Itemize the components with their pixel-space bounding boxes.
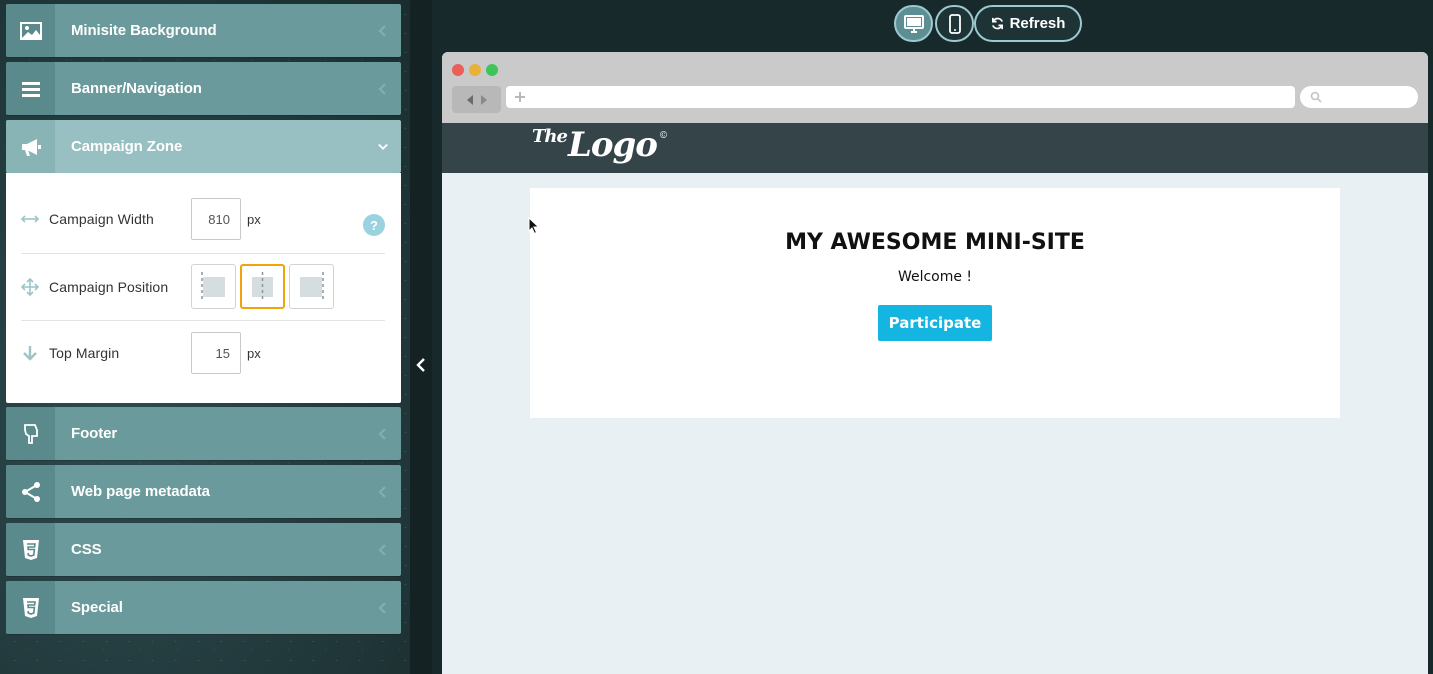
- browser-chrome: [442, 52, 1428, 123]
- campaign-width-unit: px: [247, 211, 261, 227]
- section-special[interactable]: Special: [6, 581, 401, 634]
- chevron-left-icon: [365, 601, 401, 614]
- chevron-left-icon: [416, 358, 425, 372]
- campaign-width-row: Campaign Width 810 px: [21, 198, 385, 240]
- section-web-page-metadata[interactable]: Web page metadata: [6, 465, 401, 518]
- refresh-label: Refresh: [1009, 15, 1066, 32]
- move-arrows-icon: [21, 277, 49, 296]
- campaign-width-input[interactable]: 810: [191, 198, 241, 240]
- campaign-position-row: Campaign Position: [21, 264, 385, 309]
- section-minisite-background[interactable]: Minisite Background: [6, 4, 401, 57]
- mobile-view-button[interactable]: [935, 5, 974, 42]
- image-icon: [6, 4, 55, 57]
- chevron-left-icon: [365, 82, 401, 95]
- top-margin-row: Top Margin 15 px: [21, 332, 385, 374]
- site-welcome: Welcome !: [897, 269, 973, 285]
- close-dot: [452, 64, 464, 76]
- desktop-view-button[interactable]: [894, 5, 933, 42]
- section-label: Special: [71, 599, 123, 616]
- css3-icon: [6, 523, 55, 576]
- browser-url-bar: [506, 86, 1295, 108]
- position-left-button[interactable]: [191, 264, 236, 309]
- refresh-icon: [991, 17, 1003, 30]
- maximize-dot: [486, 64, 498, 76]
- css3-icon: [6, 581, 55, 634]
- chevron-left-icon: [365, 485, 401, 498]
- browser-search-bar: [1300, 86, 1418, 108]
- top-margin-input[interactable]: 15: [191, 332, 241, 374]
- plus-icon: [515, 92, 525, 102]
- campaign-position-label: Campaign Position: [49, 278, 169, 295]
- section-label: Minisite Background: [71, 22, 217, 39]
- section-banner-navigation[interactable]: Banner/Navigation: [6, 62, 401, 115]
- position-center-button[interactable]: [240, 264, 285, 309]
- site-title: MY AWESOME MINI-SITE: [785, 230, 1085, 255]
- campaign-zone: MY AWESOME MINI-SITE Welcome ! Participa…: [530, 188, 1340, 418]
- horizontal-arrows-icon: [21, 210, 49, 228]
- site-logo: TheLogo ©: [532, 125, 668, 165]
- participate-button[interactable]: Participate: [877, 305, 993, 341]
- chevron-left-icon: [365, 543, 401, 556]
- section-footer[interactable]: Footer: [6, 407, 401, 460]
- arrow-down-icon: [21, 344, 49, 362]
- chevron-left-icon: [365, 24, 401, 37]
- pointing-hand-icon: [6, 407, 55, 460]
- section-label: CSS: [71, 541, 102, 558]
- position-right-button[interactable]: [289, 264, 334, 309]
- site-header: TheLogo ©: [442, 123, 1428, 173]
- browser-nav-buttons: [452, 86, 501, 113]
- desktop-icon: [903, 14, 924, 33]
- search-icon: [1310, 91, 1322, 103]
- chevron-left-icon: [365, 427, 401, 440]
- share-icon: [6, 465, 55, 518]
- megaphone-icon: [6, 120, 55, 173]
- chevron-down-icon: [365, 141, 401, 153]
- menu-icon: [6, 62, 55, 115]
- browser-preview: TheLogo © MY AWESOME MINI-SITE Welcome ! …: [442, 52, 1428, 674]
- section-css[interactable]: CSS: [6, 523, 401, 576]
- mobile-icon: [948, 13, 961, 34]
- section-label: Web page metadata: [71, 483, 210, 500]
- campaign-zone-panel: ? Campaign Width 810 px Campaign Positio…: [6, 173, 401, 403]
- top-margin-unit: px: [247, 345, 261, 361]
- collapse-strip: [410, 0, 432, 674]
- divider: [21, 320, 385, 321]
- collapse-sidebar-button[interactable]: [410, 352, 432, 378]
- forward-icon: [480, 94, 487, 105]
- back-icon: [466, 94, 473, 105]
- refresh-button[interactable]: Refresh: [974, 5, 1082, 42]
- mouse-cursor-icon: [528, 217, 540, 235]
- section-label: Banner/Navigation: [71, 80, 202, 97]
- minimize-dot: [469, 64, 481, 76]
- divider: [21, 253, 385, 254]
- campaign-width-label: Campaign Width: [49, 211, 154, 227]
- section-label: Campaign Zone: [71, 138, 183, 155]
- section-campaign-zone[interactable]: Campaign Zone: [6, 120, 401, 173]
- section-label: Footer: [71, 425, 118, 442]
- top-margin-label: Top Margin: [49, 345, 120, 361]
